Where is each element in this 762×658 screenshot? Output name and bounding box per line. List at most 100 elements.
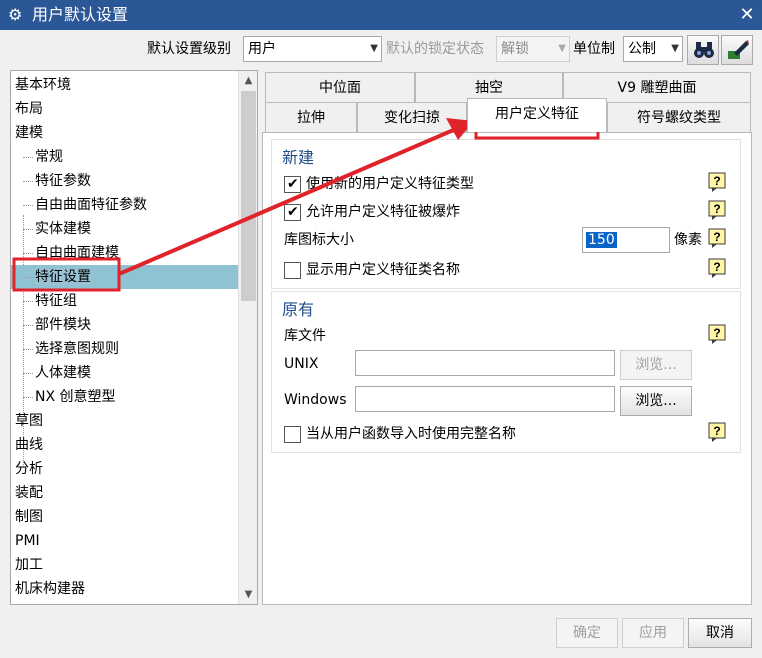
help-icon[interactable]: ? [708, 200, 726, 220]
tree-item-label: 自由曲面特征参数 [35, 197, 147, 213]
tab-symbolic-thread[interactable]: 符号螺纹类型 [607, 102, 751, 132]
scroll-thumb[interactable] [241, 91, 256, 301]
check-icon: ✔ [287, 176, 299, 192]
tree-item[interactable]: 自由曲面特征参数 [11, 193, 239, 217]
tree-guide-branch [23, 277, 33, 278]
level-label: 默认设置级别 [147, 41, 231, 57]
tree-item-label: 实体建模 [35, 221, 91, 237]
tree-scrollbar[interactable]: ▲ ▼ [238, 71, 257, 604]
tree-item[interactable]: 特征参数 [11, 169, 239, 193]
group-new-title: 新建 [282, 148, 315, 167]
tree-item[interactable]: 人体建模 [11, 361, 239, 385]
scroll-down-icon[interactable]: ▼ [239, 585, 257, 604]
tree-guide-branch [23, 205, 33, 206]
svg-text:?: ? [713, 326, 720, 340]
close-button[interactable]: ✕ [732, 0, 762, 30]
tree-item-label: 加工 [15, 557, 43, 573]
tree-guide-branch [23, 229, 33, 230]
tree-item-label: 曲线 [15, 437, 43, 453]
tree-item-label: 部件模块 [35, 317, 91, 333]
window-title: 用户默认设置 [32, 5, 129, 24]
icon-size-unit: 像素 [674, 232, 702, 248]
tree-item-label: 草图 [15, 413, 43, 429]
tree-item[interactable]: 自由曲面建模 [11, 241, 239, 265]
tree-item-label: 机床构建器 [15, 581, 85, 597]
scroll-up-icon[interactable]: ▲ [239, 71, 257, 90]
tab-extrude[interactable]: 拉伸 [265, 102, 357, 132]
tab-variable-sweep[interactable]: 变化扫掠 [357, 102, 467, 132]
tree-item[interactable]: 制图 [11, 505, 239, 529]
help-icon[interactable]: ? [708, 258, 726, 278]
settings-panel: 新建 ✔ 使用新的用户定义特征类型 ? ✔ 允许用户定义特征被爆炸 ? 库图标大… [262, 132, 752, 605]
apply-button[interactable]: 应用 [622, 618, 684, 648]
tree-item-label: 特征设置 [35, 269, 91, 285]
tree-item[interactable]: PMI [11, 529, 239, 553]
tree-item[interactable]: 选择意图规则 [11, 337, 239, 361]
help-icon[interactable]: ? [708, 324, 726, 344]
title-bar: ⚙ 用户默认设置 ✕ [0, 0, 762, 30]
cancel-button[interactable]: 取消 [688, 618, 752, 648]
tree-item[interactable]: 加工 [11, 553, 239, 577]
tree-item-label: PMI [15, 533, 40, 549]
tree-guide-branch [23, 373, 33, 374]
tree-item[interactable]: 曲线 [11, 433, 239, 457]
svg-text:?: ? [713, 174, 720, 188]
tree-item-label: 建模 [15, 125, 43, 141]
unix-browse-button[interactable]: 浏览... [620, 350, 692, 380]
binoculars-icon [694, 42, 714, 58]
windows-path-input[interactable] [355, 386, 615, 412]
tab-user-defined-feature[interactable]: 用户定义特征 [467, 98, 607, 132]
tree-item[interactable]: 部件模块 [11, 313, 239, 337]
svg-text:?: ? [713, 260, 720, 274]
find-button[interactable] [687, 35, 719, 65]
ok-button[interactable]: 确定 [556, 618, 618, 648]
unit-label: 单位制 [573, 41, 615, 57]
check-icon: ✔ [287, 204, 299, 220]
tree-item-label: 人体建模 [35, 365, 91, 381]
tree-item-label: 常规 [35, 149, 63, 165]
use-new-type-checkbox[interactable]: ✔ [284, 176, 301, 193]
library-file-label: 库文件 [284, 328, 326, 344]
tree-guide-branch [23, 349, 33, 350]
tree-item[interactable]: 常规 [11, 145, 239, 169]
lock-label: 默认的锁定状态 [386, 41, 484, 57]
tab-midsurface[interactable]: 中位面 [265, 72, 415, 102]
windows-browse-button[interactable]: 浏览... [620, 386, 692, 416]
tree-item-selected[interactable]: 特征设置 [11, 265, 239, 289]
tree-item[interactable]: 装配 [11, 481, 239, 505]
svg-text:?: ? [713, 202, 720, 216]
tree-item[interactable]: 布局 [11, 97, 239, 121]
unit-select-value: 公制 [628, 41, 656, 57]
group-legacy-title: 原有 [282, 300, 315, 319]
level-select[interactable]: 用户 ▼ [243, 36, 382, 62]
allow-explode-checkbox[interactable]: ✔ [284, 204, 301, 221]
chevron-down-icon: ▼ [671, 43, 679, 54]
manage-button[interactable] [721, 35, 753, 65]
tree-item[interactable]: 基本环境 [11, 73, 239, 97]
tree-item[interactable]: 建模 [11, 121, 239, 145]
show-class-name-checkbox[interactable] [284, 262, 301, 279]
full-name-checkbox[interactable] [284, 426, 301, 443]
windows-label: Windows [284, 392, 347, 408]
unit-select[interactable]: 公制 ▼ [623, 36, 683, 62]
tree-item[interactable]: 实体建模 [11, 217, 239, 241]
tree-item[interactable]: NX 创意塑型 [11, 385, 239, 409]
lock-select[interactable]: 解锁 ▼ [496, 36, 570, 62]
icon-size-value: 150 [586, 232, 617, 248]
icon-size-input[interactable]: 150 [582, 227, 670, 253]
tree-item-label: 分析 [15, 461, 43, 477]
tree-item[interactable]: 分析 [11, 457, 239, 481]
settings-manager-icon [728, 40, 749, 59]
tree-item[interactable]: 机床构建器 [11, 577, 239, 601]
group-new: 新建 ✔ 使用新的用户定义特征类型 ? ✔ 允许用户定义特征被爆炸 ? 库图标大… [271, 139, 741, 289]
tree-guide-branch [23, 253, 33, 254]
help-icon[interactable]: ? [708, 172, 726, 192]
tree-item[interactable]: 特征组 [11, 289, 239, 313]
group-legacy: 原有 库文件 ? UNIX 浏览... Windows 浏览... 当从用户函数… [271, 291, 741, 453]
level-select-value: 用户 [248, 41, 276, 57]
tree-item[interactable]: 草图 [11, 409, 239, 433]
category-tree[interactable]: 基本环境 布局建模常规特征参数自由曲面特征参数 实体建模自由曲面建模特征设置特征组部… [10, 70, 258, 605]
unix-path-input[interactable] [355, 350, 615, 376]
help-icon[interactable]: ? [708, 228, 726, 248]
help-icon[interactable]: ? [708, 422, 726, 442]
